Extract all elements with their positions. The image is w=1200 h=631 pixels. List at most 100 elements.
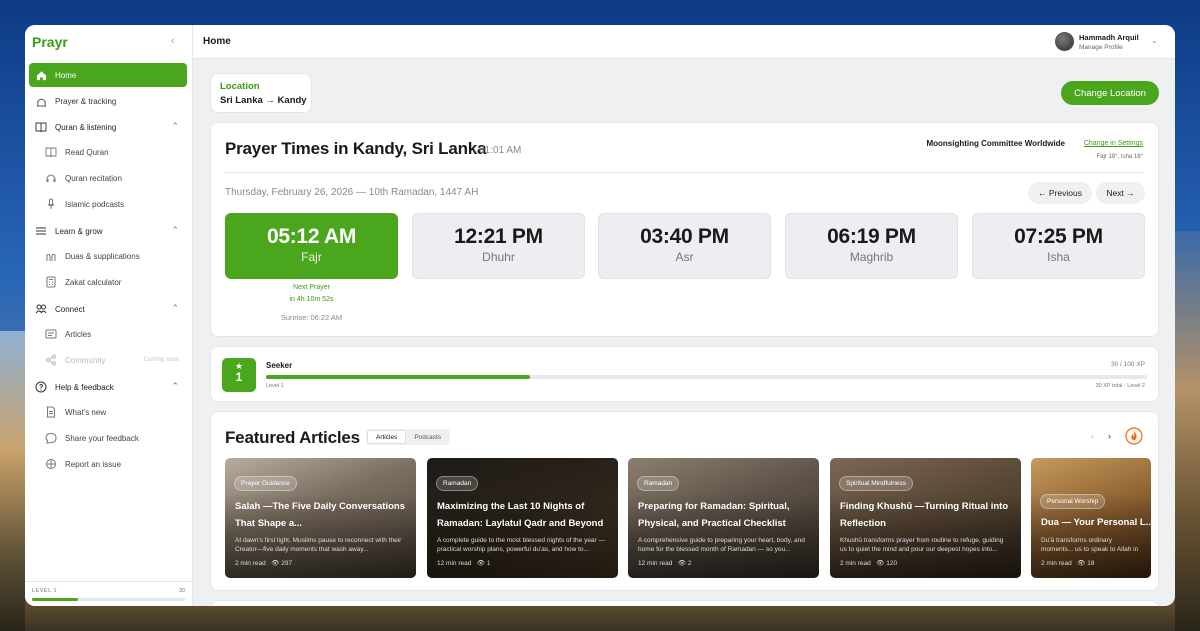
sunrise-time: Sunrise: 06:22 AM: [280, 313, 343, 322]
chevron-down-icon[interactable]: ⌄: [1151, 36, 1158, 45]
flame-icon[interactable]: [1125, 427, 1143, 445]
calculation-authority: Moonsighting Committee Worldwide: [926, 139, 1065, 148]
section-label: Connect: [55, 304, 85, 314]
next-day-button[interactable]: Next →: [1096, 182, 1145, 204]
sidebar-item-label: Duas & supplications: [65, 251, 140, 261]
mosque-icon: [35, 95, 47, 107]
rank-name: Seeker: [266, 361, 293, 370]
collapse-sidebar-icon[interactable]: ‹: [171, 35, 175, 47]
change-location-button[interactable]: Change Location: [1061, 81, 1159, 105]
home-icon: [35, 69, 47, 81]
sidebar-item-label: What's new: [65, 407, 107, 417]
article-meta: 2 min read 👁 297: [235, 559, 292, 567]
article-desc: Khushū transforms prayer from routine to…: [840, 537, 1004, 553]
next-prayer-countdown: in 4h 10m 52s: [289, 296, 334, 303]
article-title: Salah —The Five Daily Conversations That…: [235, 501, 405, 529]
article-card[interactable]: Spiritual Mindfulness Finding Khushū —Tu…: [830, 458, 1021, 578]
section-quran-listening[interactable]: Quran & listening ⌃: [29, 115, 187, 139]
article-meta: 12 min read 👁 2: [638, 559, 691, 567]
next-prayer-label: Next Prayer: [293, 284, 330, 291]
sidebar-item-zakat[interactable]: Zakat calculator: [29, 269, 187, 295]
sidebar-nav: Home Prayer & tracking Quran & listening…: [29, 63, 187, 477]
article-desc: Du'ā transforms ordinary moments... us t…: [1041, 537, 1139, 553]
user-name[interactable]: Hammadh Arquil: [1079, 33, 1139, 42]
sidebar-item-islamic-podcasts[interactable]: Islamic podcasts: [29, 191, 187, 217]
sidebar-item-label: Home: [55, 70, 77, 80]
chevron-left-icon[interactable]: ‹: [1091, 431, 1094, 441]
read-time: 2 min read: [1041, 560, 1072, 567]
prayer-time-asr[interactable]: 03:40 PM Asr: [598, 213, 771, 279]
angles-text: Fajr 18°, Isha 18°: [1096, 154, 1144, 160]
sidebar-item-label: Read Quran: [65, 147, 109, 157]
sidebar-item-label: Report an issue: [65, 459, 122, 469]
sidebar-item-label: Community: [65, 355, 106, 365]
sidebar-item-report-issue[interactable]: Report an issue: [29, 451, 187, 477]
prayer-time-fajr[interactable]: 05:12 AM Fajr: [225, 213, 398, 279]
sidebar-item-duas[interactable]: Duas & supplications: [29, 243, 187, 269]
avatar[interactable]: [1055, 32, 1074, 51]
prayer-time-maghrib[interactable]: 06:19 PM Maghrib: [785, 213, 958, 279]
sidebar-item-label: Articles: [65, 329, 92, 339]
prayer-time-isha[interactable]: 07:25 PM Isha: [972, 213, 1145, 279]
mic-icon: [45, 198, 57, 210]
article-card[interactable]: Prayer Guidance Salah —The Five Daily Co…: [225, 458, 416, 578]
sidebar-item-prayer-tracking[interactable]: Prayer & tracking: [29, 89, 187, 113]
tab-articles[interactable]: Articles: [367, 430, 407, 444]
previous-day-button[interactable]: ← Previous: [1028, 182, 1092, 204]
article-title: Finding Khushū —Turning Ritual into Refl…: [840, 501, 1009, 529]
view-count: 1: [486, 560, 491, 567]
level-points: 30: [178, 588, 185, 594]
hands-icon: [45, 250, 57, 262]
menu-icon: [35, 225, 47, 237]
sidebar-item-label: Share your feedback: [65, 433, 139, 443]
chevron-up-icon[interactable]: ⌃: [171, 225, 179, 236]
sidebar-item-feedback[interactable]: Share your feedback: [29, 425, 187, 451]
sidebar-item-quran-recitation[interactable]: Quran recitation: [29, 165, 187, 191]
sidebar-item-whats-new[interactable]: What's new: [29, 399, 187, 425]
headphones-icon: [45, 172, 57, 184]
tab-podcasts[interactable]: Podcasts: [406, 430, 449, 444]
bug-icon: [45, 458, 57, 470]
article-desc: A comprehensive guide to preparing your …: [638, 537, 805, 553]
sidebar-item-articles[interactable]: Articles: [29, 321, 187, 347]
doc-icon: [45, 406, 57, 418]
eye-icon: 👁: [1077, 560, 1086, 567]
level-label: LEVEL 1: [32, 588, 58, 594]
manage-profile-link[interactable]: Manage Profile: [1079, 44, 1123, 51]
location-value: Sri Lanka → Kandy: [220, 95, 307, 106]
prayer-name: Maghrib: [849, 250, 894, 264]
view-count: 18: [1087, 560, 1095, 567]
chevron-up-icon[interactable]: ⌃: [171, 381, 179, 392]
section-label: Quran & listening: [55, 122, 117, 132]
sidebar-item-home[interactable]: Home: [29, 63, 187, 87]
view-count: 120: [886, 560, 898, 567]
view-count: 2: [687, 560, 692, 567]
prayer-time-value: 05:12 AM: [266, 225, 357, 248]
sidebar-item-label: Quran recitation: [65, 173, 122, 183]
prayer-time-dhuhr[interactable]: 12:21 PM Dhuhr: [412, 213, 585, 279]
section-label: Learn & grow: [55, 226, 103, 236]
level-progress-fill: [32, 598, 78, 601]
section-learn-grow[interactable]: Learn & grow ⌃: [29, 219, 187, 243]
article-card[interactable]: Personal Worship Dua — Your Personal L..…: [1031, 458, 1151, 578]
article-card[interactable]: Ramadan Preparing for Ramadan: Spiritual…: [628, 458, 819, 578]
book-icon: [45, 146, 57, 158]
chevron-up-icon[interactable]: ⌃: [171, 303, 179, 314]
chevron-up-icon[interactable]: ⌃: [171, 121, 179, 132]
sidebar-item-community: Community Coming soon: [29, 347, 187, 373]
article-tag: Ramadan: [637, 476, 680, 491]
chevron-right-icon[interactable]: ›: [1108, 431, 1111, 441]
prayer-times-card: Prayer Times in Kandy, Sri Lanka · 01:01…: [210, 122, 1159, 337]
section-label: Help & feedback: [55, 382, 114, 392]
article-card[interactable]: Ramadan Maximizing the Last 10 Nights of…: [427, 458, 618, 578]
prayer-name: Isha: [1047, 250, 1070, 264]
section-help-feedback[interactable]: Help & feedback ⌃: [29, 375, 187, 399]
sidebar-item-read-quran[interactable]: Read Quran: [29, 139, 187, 165]
eye-icon: 👁: [876, 560, 885, 567]
divider: [225, 172, 1144, 173]
section-connect[interactable]: Connect ⌃: [29, 297, 187, 321]
article-title: Dua — Your Personal L...: [1041, 517, 1151, 528]
featured-articles-card: Featured Articles Articles Podcasts ‹ › …: [210, 411, 1159, 591]
change-in-settings-link[interactable]: Change in Settings: [1084, 140, 1143, 147]
prayer-times-title: Prayer Times in Kandy, Sri Lanka: [225, 139, 487, 158]
